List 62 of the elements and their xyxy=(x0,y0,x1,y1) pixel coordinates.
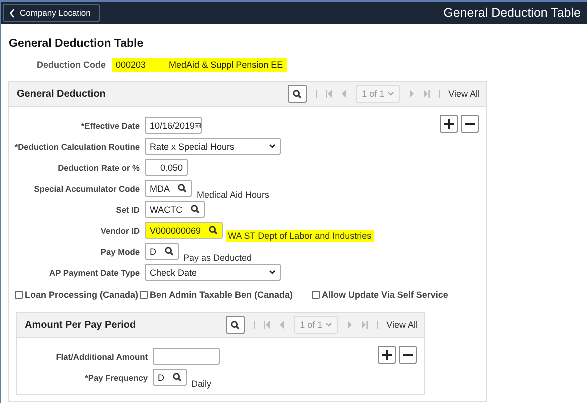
search-icon xyxy=(190,205,200,214)
field-label: *Effective Date xyxy=(80,120,141,130)
field-label: Set ID xyxy=(115,204,141,214)
dropdown[interactable]: Rate x Special Hours xyxy=(145,138,281,155)
chevron-down-icon xyxy=(269,270,276,275)
field-label: Deduction Code xyxy=(37,60,106,70)
add-row-button[interactable] xyxy=(378,346,396,364)
panel-title: General Deduction xyxy=(17,88,107,100)
checkbox[interactable] xyxy=(15,291,23,299)
lookup-field[interactable]: V000000069 xyxy=(145,222,224,239)
checkbox-label: Loan Processing (Canada) xyxy=(25,290,139,300)
checkbox-label: Ben Admin Taxable Ben (Canada) xyxy=(150,290,294,300)
header-title: General Deduction Table xyxy=(444,6,581,20)
field-label: Flat/Additional Amount xyxy=(55,352,149,362)
search-icon xyxy=(209,226,218,235)
field-label: Vendor ID xyxy=(100,226,141,236)
search-icon xyxy=(293,90,302,98)
search-button[interactable] xyxy=(288,85,308,103)
field-label: Special Accumulator Code xyxy=(33,184,141,194)
add-row-button[interactable] xyxy=(440,115,458,133)
chevron-left-icon xyxy=(10,8,15,18)
page-title: General Deduction Table xyxy=(9,38,145,50)
chevron-down-icon xyxy=(326,323,332,327)
delete-row-button[interactable] xyxy=(461,115,479,133)
minus-icon xyxy=(465,123,475,125)
date-field[interactable]: 10/16/2019 xyxy=(145,117,202,134)
field-description: Pay as Deducted xyxy=(182,252,254,264)
field-label: *Deduction Calculation Routine xyxy=(14,142,141,152)
delete-row-button[interactable] xyxy=(399,346,417,364)
lookup-field[interactable]: MDA xyxy=(145,180,192,197)
checkbox[interactable] xyxy=(312,291,320,299)
back-button[interactable]: Company Location xyxy=(3,4,100,22)
lookup-field[interactable]: D xyxy=(145,243,178,260)
field-description: Medical Aid Hours xyxy=(196,189,271,201)
checkbox[interactable] xyxy=(140,291,148,299)
dropdown[interactable]: Check Date xyxy=(145,264,281,281)
field-label: AP Payment Date Type xyxy=(48,268,141,278)
lookup-field[interactable]: D xyxy=(153,369,186,386)
field-description: Daily xyxy=(190,378,213,390)
field-label: Pay Mode xyxy=(100,246,141,256)
search-icon xyxy=(164,247,174,256)
field-label: *Pay Frequency xyxy=(84,372,149,382)
lookup-field[interactable]: WACTC xyxy=(145,201,205,218)
amount-field[interactable] xyxy=(153,348,220,365)
minus-icon xyxy=(403,354,413,356)
chevron-down-icon xyxy=(269,144,276,149)
field-description: WA ST Dept of Labor and Industries xyxy=(226,230,374,242)
rate-field[interactable]: 0.050 xyxy=(145,159,188,176)
view-all-link[interactable]: View All xyxy=(448,89,480,99)
field-label: Deduction Rate or % xyxy=(57,162,141,172)
plus-icon xyxy=(444,119,454,129)
search-icon xyxy=(172,373,182,382)
calendar-icon xyxy=(195,120,201,131)
chevron-down-icon xyxy=(388,92,394,96)
view-all-link[interactable]: View All xyxy=(386,320,418,330)
deduction-code-value: 000203 MedAid & Suppl Pension EE xyxy=(112,58,288,72)
checkbox-label: Allow Update Via Self Service xyxy=(322,290,448,300)
search-icon xyxy=(231,320,240,330)
plus-icon xyxy=(382,350,392,360)
search-icon xyxy=(178,184,187,193)
panel-title: Amount Per Pay Period xyxy=(25,320,138,330)
search-button[interactable] xyxy=(226,316,246,334)
